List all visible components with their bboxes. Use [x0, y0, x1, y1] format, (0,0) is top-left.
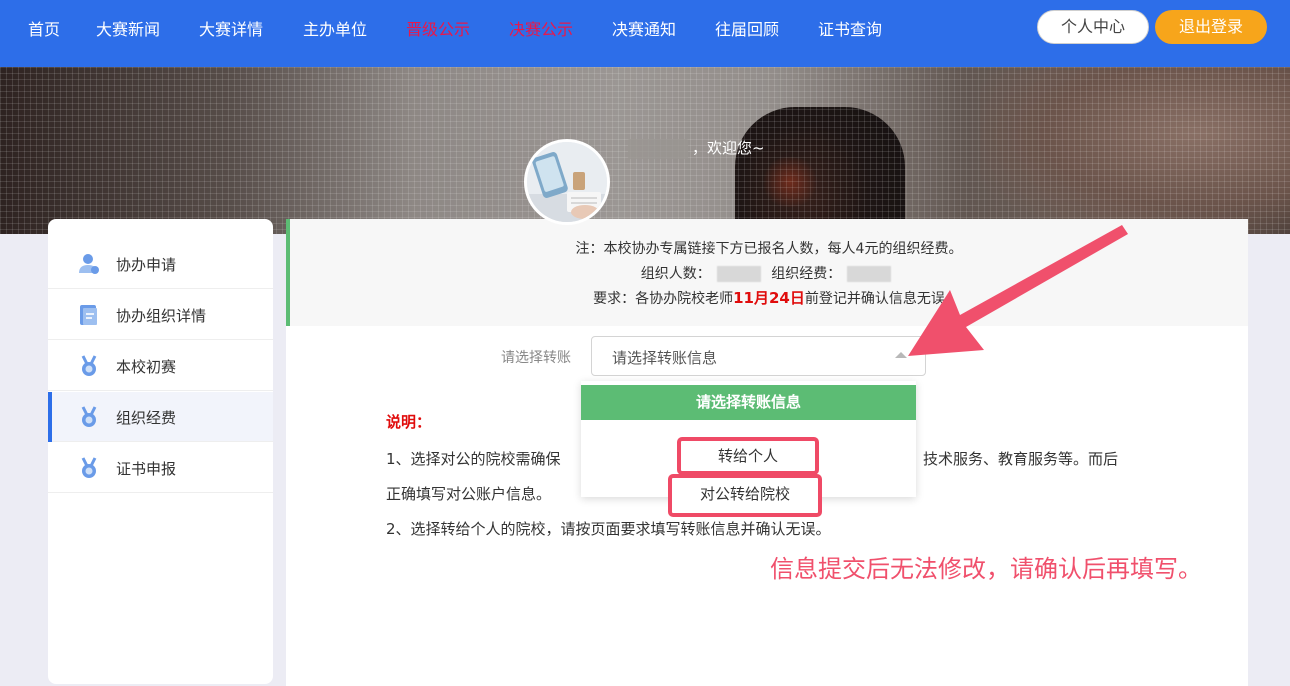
- avatar-image: [527, 142, 607, 222]
- medal-icon: [81, 355, 97, 376]
- sidebar-item-cohost-application[interactable]: 协办申请: [48, 239, 273, 289]
- organization-fee-redacted: [847, 266, 892, 282]
- explanation-line-1-continued: 正确填写对公账户信息。: [386, 485, 552, 503]
- organization-count-label: 组织人数：: [640, 266, 711, 282]
- notice-line-2: 组织人数： 组织经费：: [290, 263, 1248, 283]
- nav-past-review[interactable]: 往届回顾: [715, 16, 779, 40]
- sidebar-item-school-preliminary[interactable]: 本校初赛: [48, 341, 273, 391]
- explanation-line-1-end: 技术服务、教育服务等。而后: [923, 450, 1119, 468]
- sidebar: 协办申请 协办组织详情 本校初赛 组织经费 证书申报: [48, 219, 273, 684]
- notice-line-3: 要求：各协办院校老师11月24日前登记并确认信息无误: [290, 287, 1248, 308]
- personal-center-button[interactable]: 个人中心: [1037, 10, 1149, 44]
- option-transfer-personal[interactable]: 转给个人: [677, 437, 819, 475]
- transfer-dropdown: 请选择转账信息 转给个人 对公转给院校: [581, 381, 916, 517]
- dropdown-header: 请选择转账信息: [581, 385, 916, 420]
- nav-final-announcement[interactable]: 决赛通知: [612, 16, 676, 40]
- transfer-select-label: 请选择转账: [501, 350, 571, 366]
- nav-home[interactable]: 首页: [28, 16, 60, 40]
- organization-count-redacted: [716, 266, 761, 282]
- nav-promotion-notice[interactable]: 晋级公示: [406, 16, 470, 40]
- explanation-line-2: 2、选择转给个人的院校，请按页面要求填写转账信息并确认无误。: [386, 520, 831, 538]
- notice-line-1: 注：本校协办专属链接下方已报名人数，每人4元的组织经费。: [575, 241, 963, 257]
- nav-news[interactable]: 大赛新闻: [96, 16, 160, 40]
- requirement-prefix: 要求：各协办院校老师: [593, 291, 734, 307]
- username-redacted: [628, 139, 688, 159]
- sidebar-item-label: 证书申报: [116, 460, 177, 478]
- sidebar-item-organization-fee[interactable]: 组织经费: [48, 392, 273, 442]
- organization-fee-label: 组织经费：: [771, 266, 842, 282]
- explanation-title: 说明：: [386, 413, 432, 431]
- caret-up-icon: [895, 352, 907, 358]
- nav-final-notice[interactable]: 决赛公示: [509, 16, 573, 40]
- notice-box: 注：本校协办专属链接下方已报名人数，每人4元的组织经费。 组织人数： 组织经费：…: [286, 219, 1248, 326]
- requirement-suffix: 前登记并确认信息无误: [804, 291, 945, 307]
- nav-certificate-query[interactable]: 证书查询: [818, 16, 882, 40]
- medal-icon: [81, 457, 97, 478]
- warning-annotation: 信息提交后无法修改，请确认后再填写。: [770, 555, 1202, 583]
- document-icon: [80, 305, 97, 325]
- transfer-select[interactable]: 请选择转账信息: [591, 336, 926, 376]
- sidebar-item-label: 组织经费: [116, 409, 177, 427]
- nav-organizers[interactable]: 主办单位: [303, 16, 367, 40]
- medal-icon: [81, 406, 97, 427]
- deadline-date: 11月24日: [733, 289, 805, 307]
- transfer-select-placeholder: 请选择转账信息: [612, 349, 718, 367]
- logout-button[interactable]: 退出登录: [1155, 10, 1267, 44]
- welcome-text: ，欢迎您~: [692, 139, 765, 157]
- user-icon: [79, 254, 99, 274]
- sidebar-item-certificate-declaration[interactable]: 证书申报: [48, 443, 273, 493]
- top-navigation-bar: 首页 大赛新闻 大赛详情 主办单位 晋级公示 决赛公示 决赛通知 往届回顾 证书…: [0, 0, 1290, 67]
- sidebar-item-label: 协办组织详情: [116, 307, 207, 325]
- sidebar-item-label: 协办申请: [116, 256, 177, 274]
- sidebar-item-label: 本校初赛: [116, 358, 177, 376]
- main-panel: 注：本校协办专属链接下方已报名人数，每人4元的组织经费。 组织人数： 组织经费：…: [286, 219, 1248, 686]
- avatar[interactable]: [524, 139, 610, 225]
- profile-banner: ，欢迎您~: [0, 67, 1290, 234]
- nav-details[interactable]: 大赛详情: [199, 16, 263, 40]
- sidebar-item-cohost-details[interactable]: 协办组织详情: [48, 290, 273, 340]
- explanation-line-1-start: 1、选择对公的院校需确保: [386, 450, 561, 468]
- option-transfer-school[interactable]: 对公转给院校: [668, 474, 822, 517]
